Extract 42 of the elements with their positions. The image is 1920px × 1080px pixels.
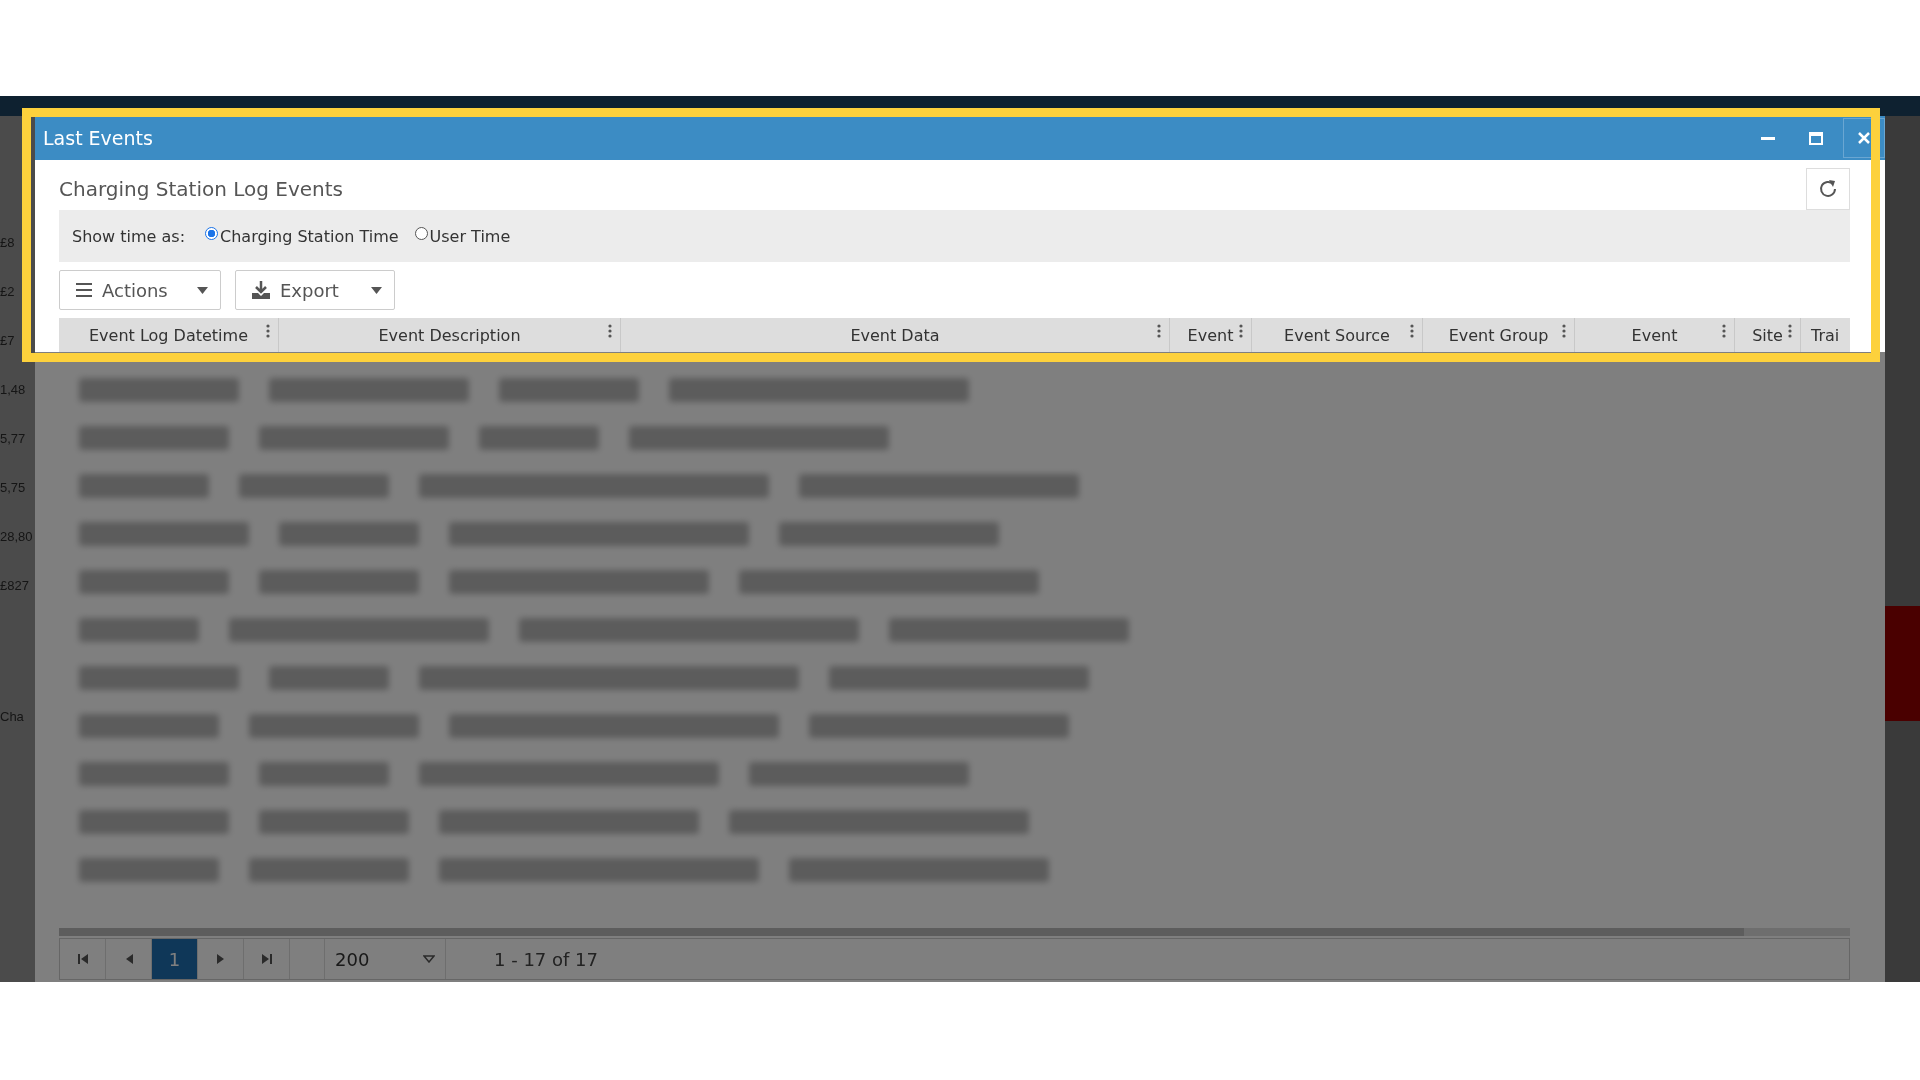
column-menu-icon[interactable]	[608, 324, 612, 338]
dropdown-icon	[423, 955, 435, 963]
panel-heading: Charging Station Log Events	[59, 177, 343, 201]
refresh-icon	[1818, 179, 1838, 199]
minimize-icon	[1761, 136, 1775, 140]
column-menu-icon[interactable]	[1788, 324, 1792, 338]
caret-icon	[371, 286, 382, 294]
page-size-select[interactable]: 200	[324, 939, 446, 979]
column-menu-icon[interactable]	[1722, 324, 1726, 338]
next-icon	[216, 954, 225, 964]
column-header[interactable]: Event Log Datetime	[59, 318, 279, 352]
column-header[interactable]: Trai	[1801, 318, 1850, 352]
maximize-icon	[1809, 131, 1823, 145]
column-menu-icon[interactable]	[1562, 324, 1566, 338]
time-label: Show time as:	[72, 226, 186, 246]
column-header[interactable]: Event Source	[1252, 318, 1423, 352]
actions-button[interactable]: Actions	[59, 270, 221, 310]
page-summary: 1 - 17 of 17	[494, 948, 598, 970]
close-button[interactable]	[1843, 118, 1885, 158]
close-icon	[1857, 131, 1871, 145]
first-page-icon	[77, 954, 88, 964]
column-menu-icon[interactable]	[266, 324, 270, 338]
menu-icon	[76, 283, 92, 297]
column-header[interactable]: Event Group	[1423, 318, 1575, 352]
column-header[interactable]: Site	[1735, 318, 1801, 352]
download-icon	[252, 281, 270, 299]
export-button[interactable]: Export	[235, 270, 395, 310]
time-radio[interactable]: User Time	[414, 226, 511, 246]
window-title: Last Events	[43, 127, 154, 149]
column-menu-icon[interactable]	[1157, 324, 1161, 338]
refresh-button[interactable]	[1806, 168, 1850, 210]
caret-icon	[197, 286, 208, 294]
last-page-icon	[261, 954, 272, 964]
column-header[interactable]: Event	[1575, 318, 1735, 352]
column-header[interactable]: Event	[1170, 318, 1252, 352]
previous-icon	[124, 954, 133, 964]
column-header[interactable]: Event Description	[279, 318, 621, 352]
column-header[interactable]: Event Data	[621, 318, 1170, 352]
column-menu-icon[interactable]	[1239, 324, 1243, 338]
radio-label: User Time	[429, 226, 511, 246]
horizontal-scrollbar[interactable]	[59, 928, 1850, 936]
column-menu-icon[interactable]	[1410, 324, 1414, 338]
